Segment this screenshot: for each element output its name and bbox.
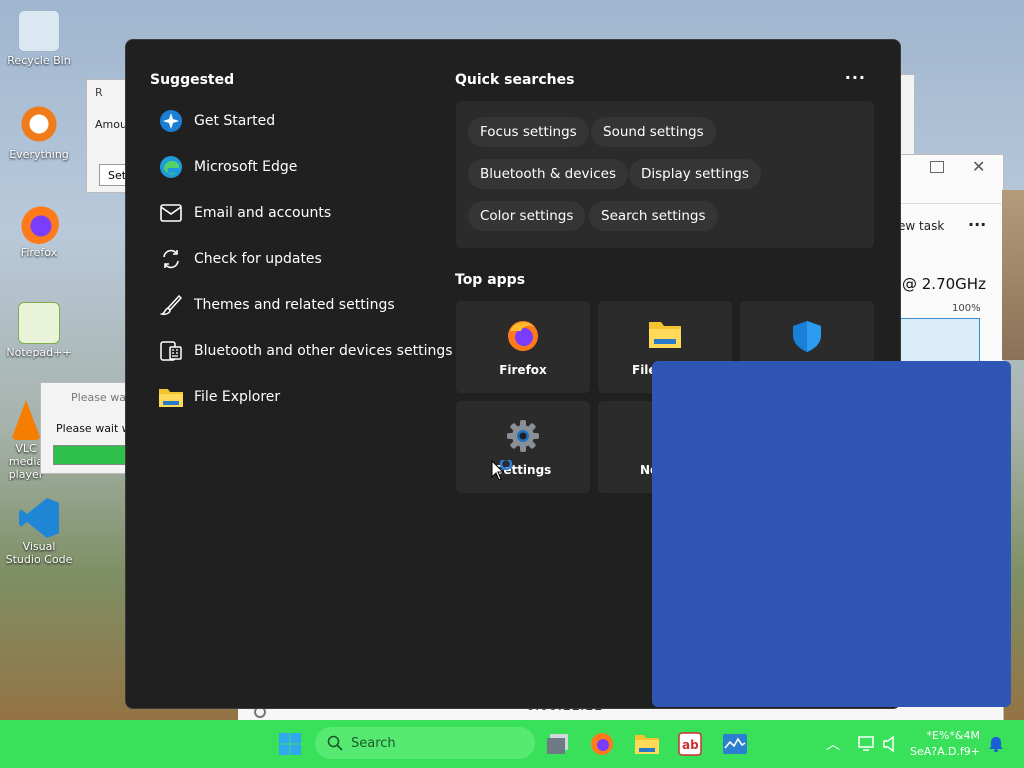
taskbar-file-explorer[interactable] <box>631 728 663 760</box>
suggested-item-email[interactable]: Email and accounts <box>158 195 448 231</box>
desktop-icon-label: Recycle Bin <box>7 54 71 67</box>
taskbar-task-manager[interactable] <box>719 728 751 760</box>
desktop-icon-firefox[interactable]: Firefox <box>4 204 74 259</box>
top-apps-title: Top apps <box>455 272 526 288</box>
desktop-icon-everything[interactable]: Everything <box>4 106 74 161</box>
top-app-label: Settings <box>494 463 552 477</box>
start-button[interactable] <box>274 728 306 760</box>
taskbar-firefox[interactable] <box>586 728 618 760</box>
volume-icon <box>883 735 894 753</box>
taskbar: Search ab ︿ *E%*&4M SeA?A.D.f9+ <box>0 720 1024 768</box>
chip-sound-settings[interactable]: Sound settings <box>591 117 716 147</box>
wait-dialog-title: Please wai <box>71 391 129 404</box>
wallpaper-building <box>1002 190 1024 360</box>
edge-icon <box>158 154 184 180</box>
new-task-button[interactable]: ew task <box>898 219 944 233</box>
refresh-icon <box>158 246 184 272</box>
firefox-icon <box>506 319 540 353</box>
close-icon[interactable]: ✕ <box>972 157 985 176</box>
suggested-item-edge[interactable]: Microsoft Edge <box>158 149 448 185</box>
network-icon <box>858 736 874 751</box>
chevron-up-icon[interactable]: ︿ <box>826 734 840 754</box>
quick-searches-panel: Focus settings Sound settings Bluetooth … <box>456 101 874 248</box>
wait-dialog-window: Please wai Please wait wh <box>40 382 138 474</box>
chip-search-settings[interactable]: Search settings <box>589 201 718 231</box>
clock-line-2: SeA?A.D.f9+ <box>910 745 980 758</box>
suggested-item-label: Get Started <box>194 113 276 129</box>
bg-dialog-title: R <box>95 86 103 99</box>
folder-icon <box>648 319 682 353</box>
brush-icon <box>158 292 184 318</box>
firefox-icon <box>591 733 613 755</box>
bell-icon <box>989 737 1003 753</box>
folder-icon <box>158 384 184 410</box>
desktop-icon-label: Everything <box>9 148 69 161</box>
taskbar-search-box[interactable]: Search <box>315 727 535 759</box>
suggested-item-label: File Explorer <box>194 389 281 405</box>
desktop-icon-label: Visual Studio Code <box>5 540 73 566</box>
suggested-item-bluetooth[interactable]: Bluetooth and other devices settings <box>158 333 458 369</box>
folder-icon <box>635 735 659 754</box>
everything-icon <box>19 106 59 146</box>
notepadpp-icon <box>18 302 60 344</box>
suggested-item-updates[interactable]: Check for updates <box>158 241 448 277</box>
notification-bell[interactable] <box>980 728 1012 760</box>
vlc-icon <box>11 400 41 440</box>
busy-cursor-icon <box>491 457 513 486</box>
suggested-title: Suggested <box>150 72 235 88</box>
suggested-item-label: Microsoft Edge <box>194 159 298 175</box>
chip-display-settings[interactable]: Display settings <box>629 159 761 189</box>
taskbar-task-view[interactable] <box>543 728 575 760</box>
taskbar-clock[interactable]: *E%*&4M SeA?A.D.f9+ <box>910 728 980 760</box>
top-app-firefox[interactable]: Firefox <box>456 301 590 393</box>
desktop-icon-label: Notepad++ <box>6 346 72 359</box>
search-placeholder: Search <box>351 735 396 751</box>
top-app-settings[interactable]: Settings <box>456 401 590 493</box>
more-options-icon[interactable]: ··· <box>845 68 866 87</box>
desktop-icon-notepadpp[interactable]: Notepad++ <box>4 302 74 359</box>
search-icon <box>327 735 343 751</box>
svg-text:ab: ab <box>682 738 699 752</box>
clock-line-1: *E%*&4M <box>926 729 980 742</box>
more-options-icon[interactable]: ··· <box>968 215 986 234</box>
cpu-speed-label: @ 2.70GHz <box>902 275 986 293</box>
divider <box>900 203 1003 204</box>
desktop-icon-label: Firefox <box>20 246 58 259</box>
quick-searches-title: Quick searches <box>455 72 575 88</box>
tray-volume[interactable] <box>876 728 908 760</box>
suggested-item-label: Bluetooth and other devices settings <box>194 343 453 359</box>
cpu-graph <box>900 318 980 364</box>
task-view-icon <box>547 734 568 754</box>
shield-icon <box>790 319 824 353</box>
suggested-item-label: Email and accounts <box>194 205 332 221</box>
cpu-percent-label: 100% <box>952 303 981 314</box>
gear-icon <box>506 419 540 453</box>
vscode-icon <box>19 498 59 538</box>
task-manager-icon <box>723 734 747 754</box>
bg-window-edge <box>899 74 915 156</box>
desktop-icon-vscode[interactable]: Visual Studio Code <box>4 498 74 566</box>
top-app-label: Firefox <box>499 363 547 377</box>
windows-logo-icon <box>279 733 301 755</box>
maximize-icon[interactable] <box>930 161 944 173</box>
ab-app-icon: ab <box>678 732 702 756</box>
suggested-item-file-explorer[interactable]: File Explorer <box>158 379 448 415</box>
chip-focus-settings[interactable]: Focus settings <box>468 117 589 147</box>
wait-progress-bar <box>53 445 129 465</box>
suggested-item-label: Check for updates <box>194 251 322 267</box>
desktop-icon-recycle-bin[interactable]: Recycle Bin <box>4 10 74 67</box>
recycle-bin-icon <box>18 10 60 52</box>
suggested-item-themes[interactable]: Themes and related settings <box>158 287 448 323</box>
suggested-item-get-started[interactable]: Get Started <box>158 103 448 139</box>
chip-color-settings[interactable]: Color settings <box>468 201 586 231</box>
suggested-item-label: Themes and related settings <box>194 297 395 313</box>
blue-overlay-panel <box>652 361 1011 707</box>
get-started-icon <box>158 108 184 134</box>
keyboard-icon <box>158 338 184 364</box>
taskbar-app-ab[interactable]: ab <box>674 728 706 760</box>
chip-bluetooth-devices[interactable]: Bluetooth & devices <box>468 159 629 189</box>
firefox-icon <box>19 204 59 244</box>
mail-icon <box>158 200 184 226</box>
